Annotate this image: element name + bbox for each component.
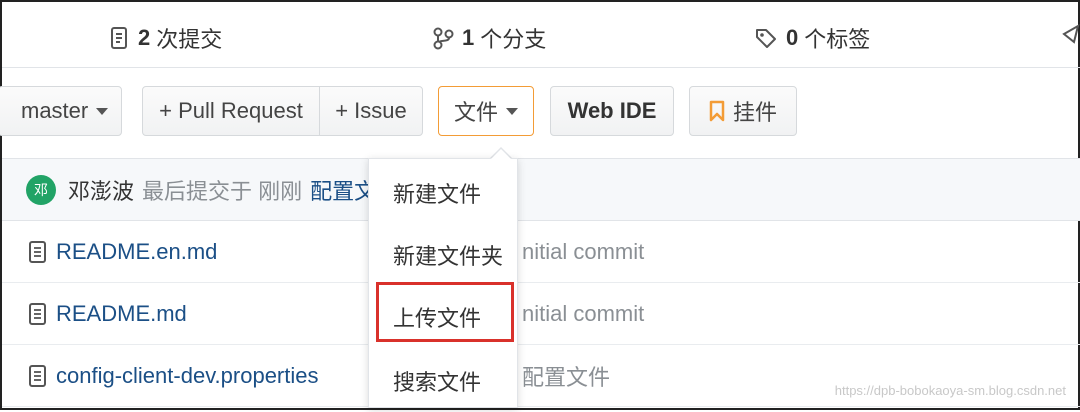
file-list: 邓 邓澎波 最后提交于 刚刚 配置文 README.en.md nitial c… [2,158,1080,412]
table-row[interactable]: README.md nitial commit [2,283,1080,345]
dropdown-arrow-inner [491,149,511,159]
commits-stat[interactable]: 2 次提交 [110,22,222,54]
file-name-link[interactable]: config-client-dev.properties [56,363,319,389]
send-icon [1062,23,1080,44]
file-menu-button[interactable]: 文件 [438,86,534,136]
file-icon [29,302,46,325]
branch-select[interactable]: master [0,86,122,136]
commit-author[interactable]: 邓澎波 [68,174,134,206]
latest-commit-row: 邓 邓澎波 最后提交于 刚刚 配置文 [2,159,1080,221]
file-icon [29,240,46,263]
menu-item-new-file[interactable]: 新建文件 [393,177,481,209]
avatar[interactable]: 邓 [26,174,56,205]
branch-select-label: master [21,98,89,123]
tags-count: 0 [786,25,799,50]
commit-log-icon [111,27,127,49]
widget-label: 挂件 [732,100,777,125]
tags-stat[interactable]: 0 个标签 [754,22,870,54]
screenshot-frame: 2 次提交 1 个分支 0 个标签 master + Pull Request … [0,0,1080,410]
tags-label: 个标签 [804,27,871,52]
file-commit-message[interactable]: 配置文件 [522,360,610,392]
file-commit-message[interactable]: nitial commit [522,239,644,265]
branch-icon [433,27,454,50]
branches-count: 1 [462,25,475,50]
upload-highlight-box [376,282,514,342]
commit-message-link[interactable]: 配置文 [310,174,376,206]
watermark: https://dpb-bobokaoya-sm.blog.csdn.net [834,383,1066,398]
menu-item-new-folder[interactable]: 新建文件夹 [393,239,503,271]
issue-button[interactable]: + Issue [319,86,423,136]
commits-count: 2 [138,25,151,50]
file-menu-label: 文件 [453,100,498,125]
pull-request-button[interactable]: + Pull Request [142,86,320,136]
repo-stats-bar: 2 次提交 1 个分支 0 个标签 [2,2,1080,68]
table-row[interactable]: README.en.md nitial commit [2,221,1080,283]
bookmark-icon [709,100,725,122]
tag-icon [756,29,776,48]
file-name-link[interactable]: README.md [56,301,187,327]
pull-request-label: + Pull Request [159,98,303,123]
chevron-down-icon [96,107,109,115]
web-ide-label: Web IDE [567,98,657,123]
branches-stat[interactable]: 1 个分支 [432,22,546,54]
branches-label: 个分支 [480,27,547,52]
web-ide-button[interactable]: Web IDE [550,86,674,136]
issue-label: + Issue [335,98,407,123]
file-icon [29,364,46,387]
file-commit-message[interactable]: nitial commit [522,301,644,327]
chevron-down-icon [506,107,518,115]
widget-button[interactable]: 挂件 [689,86,797,136]
commit-meta: 最后提交于 刚刚 [142,178,303,204]
file-name-link[interactable]: README.en.md [56,239,217,265]
menu-item-search-file[interactable]: 搜索文件 [393,365,481,397]
truncated-stat[interactable] [1062,22,1080,46]
commits-label: 次提交 [156,27,223,52]
